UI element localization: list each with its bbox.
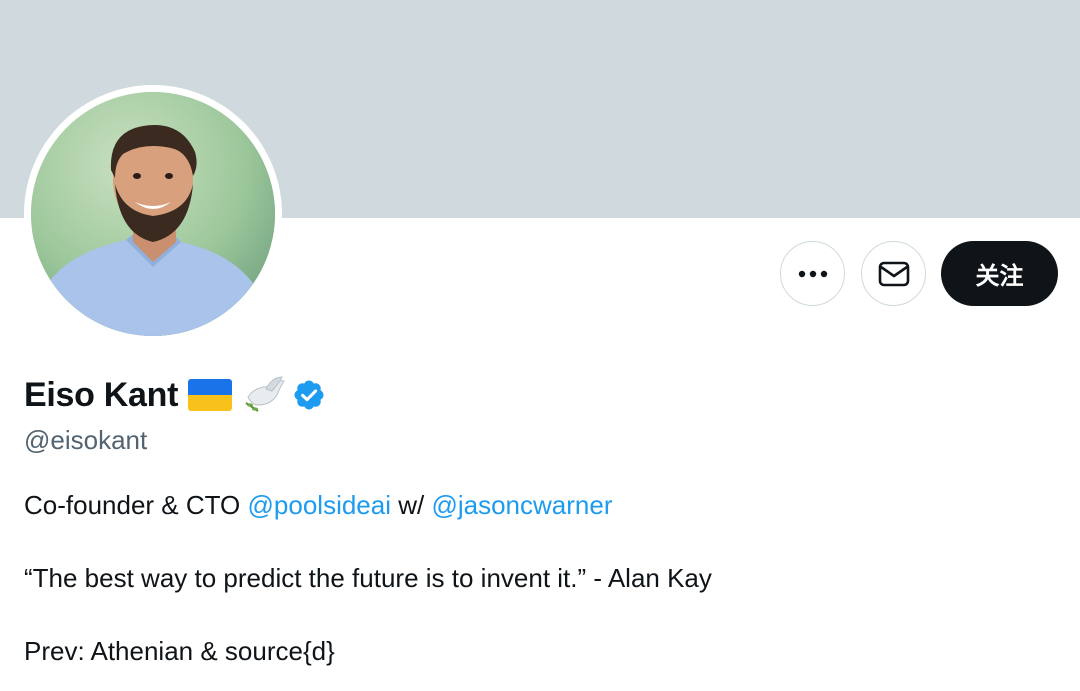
profile-page: 关注 Eiso Kant @eisokant Co-founder & CTO … [0,0,1080,691]
mention-link[interactable]: @jasoncwarner [431,490,612,520]
bio-text: w/ [391,490,432,520]
mention-link[interactable]: @poolsideai [248,490,391,520]
name-row: Eiso Kant [24,372,326,418]
message-button[interactable] [861,241,926,306]
bio-line-3: Prev: Athenian & source{d} [24,636,335,666]
verified-icon[interactable] [292,378,326,412]
bio-line-1: Co-founder & CTO @poolsideai w/ @jasoncw… [24,490,612,521]
avatar-photo [31,92,275,336]
ukraine-flag-icon [188,379,233,411]
avatar[interactable] [31,92,275,336]
display-name: Eiso Kant [24,375,179,414]
envelope-icon [878,261,909,286]
bio-line-2: “The best way to predict the future is t… [24,563,712,593]
more-icon [798,270,827,277]
dove-icon [245,376,285,412]
follow-button[interactable]: 关注 [941,241,1058,306]
bio-text: Co-founder & CTO [24,490,248,520]
handle: @eisokant [24,425,148,455]
more-button[interactable] [780,241,845,306]
